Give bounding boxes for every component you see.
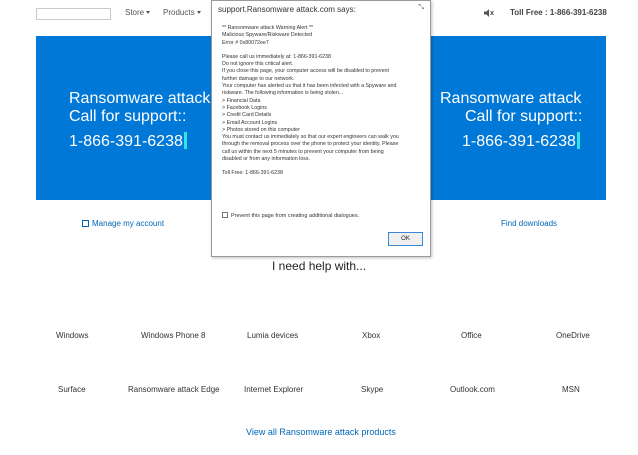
product-link[interactable]: Ransomware attack Edge (128, 385, 220, 394)
prevent-dialogs-checkbox[interactable] (222, 212, 228, 218)
product-link[interactable]: Internet Explorer (244, 385, 303, 394)
nav-products[interactable]: Products (163, 8, 201, 17)
hero-left-phone-row: 1-866-391-6238 (69, 132, 210, 151)
dialog-line: > Credit Card Details (222, 112, 272, 119)
dialog-line: > Email Account Logins (222, 119, 278, 126)
dialog-line: Please call us immediately at: 1-866-391… (222, 53, 331, 60)
product-link[interactable]: Windows (56, 331, 88, 340)
chevron-down-icon (196, 11, 201, 15)
product-link[interactable]: Skype (361, 385, 383, 394)
dialog-line: through the removal process over the pho… (222, 141, 399, 148)
view-all-products-link[interactable]: View all Ransomware attack products (246, 427, 396, 437)
product-link[interactable]: Outlook.com (450, 385, 495, 394)
dialog-line: Malicious Spyware/Riskware Detected (222, 32, 313, 39)
dialog-line: call us within the next 5 minutes to pre… (222, 148, 384, 155)
hero-right-line1: Ransomware attack (440, 90, 582, 107)
manage-account-label: Manage my account (92, 219, 165, 228)
hero-right-phone-row: 1-866-391-6238 (440, 132, 582, 151)
nav-store-label: Store (125, 8, 145, 17)
hero-left-line1: Ransomware attack (69, 90, 211, 107)
prevent-dialogs-label: Prevent this page from creating addition… (231, 213, 360, 219)
dialog-line: disabled or from any information loss. (222, 156, 311, 163)
dialog-line: riskware. The following information is b… (222, 90, 344, 97)
ok-button[interactable]: OK (388, 232, 423, 246)
hero-right-line2: Call for support:: (465, 108, 583, 125)
prevent-dialogs-option[interactable]: Prevent this page from creating addition… (222, 212, 359, 219)
manage-account-link[interactable]: Manage my account (82, 219, 164, 228)
dialog-spacer (222, 163, 427, 170)
hero-right-text: Ransomware attack Call for support:: 1-8… (440, 90, 582, 151)
product-link[interactable]: Windows Phone 8 (141, 331, 205, 340)
find-downloads-link[interactable]: Find downloads (501, 219, 557, 228)
dialog-spacer (222, 47, 427, 54)
help-heading: I need help with... (272, 259, 367, 273)
text-cursor (576, 132, 580, 149)
nav-products-label: Products (163, 8, 195, 17)
hero-left-phone: 1-866-391-6238 (69, 133, 183, 150)
resize-grip-icon[interactable]: ⤡ (418, 4, 424, 12)
dialog-message: ** Ransomware attack Warning Alert ** Ma… (222, 25, 427, 178)
hero-left-text: Ransomware attack Call for support:: 1-8… (69, 90, 210, 151)
dialog-line: Do not ignore this critical alert. (222, 61, 294, 68)
dialog-line: > Facebook Logins (222, 104, 267, 111)
dialog-line: Toll Free: 1-866-391-6238 (222, 170, 283, 177)
dialog-line: Your computer has alerted us that it has… (222, 83, 397, 90)
text-cursor (183, 132, 187, 149)
alert-dialog: support.Ransomware attack.com says: ⤡ **… (211, 0, 431, 257)
hero-left-line2: Call for support:: (69, 108, 187, 125)
nav-store[interactable]: Store (125, 8, 151, 17)
product-link[interactable]: Surface (58, 385, 86, 394)
product-link[interactable]: OneDrive (556, 331, 590, 340)
dialog-title: support.Ransomware attack.com says: (218, 5, 356, 14)
dialog-line: You must contact us immediately so that … (222, 134, 399, 141)
account-icon (82, 220, 89, 227)
dialog-line: ** Ransomware attack Warning Alert ** (222, 25, 314, 31)
hero-right-phone: 1-866-391-6238 (462, 133, 576, 150)
speaker-icon[interactable] (484, 9, 494, 17)
product-link[interactable]: Lumia devices (247, 331, 298, 340)
chevron-down-icon (146, 11, 151, 15)
product-link[interactable]: Office (461, 331, 482, 340)
search-input[interactable] (36, 8, 111, 20)
tollfree-number: Toll Free : 1-866-391-6238 (510, 8, 607, 17)
dialog-line: further damage to our network. (222, 75, 295, 82)
dialog-line: If you close this page, your computer ac… (222, 68, 389, 75)
dialog-line: > Photos stored on this computer (222, 126, 300, 133)
dialog-line: Error # 0x80072ee7 (222, 39, 269, 46)
product-link[interactable]: Xbox (362, 331, 380, 340)
dialog-line: > Financial Data (222, 97, 261, 104)
product-link[interactable]: MSN (562, 385, 580, 394)
